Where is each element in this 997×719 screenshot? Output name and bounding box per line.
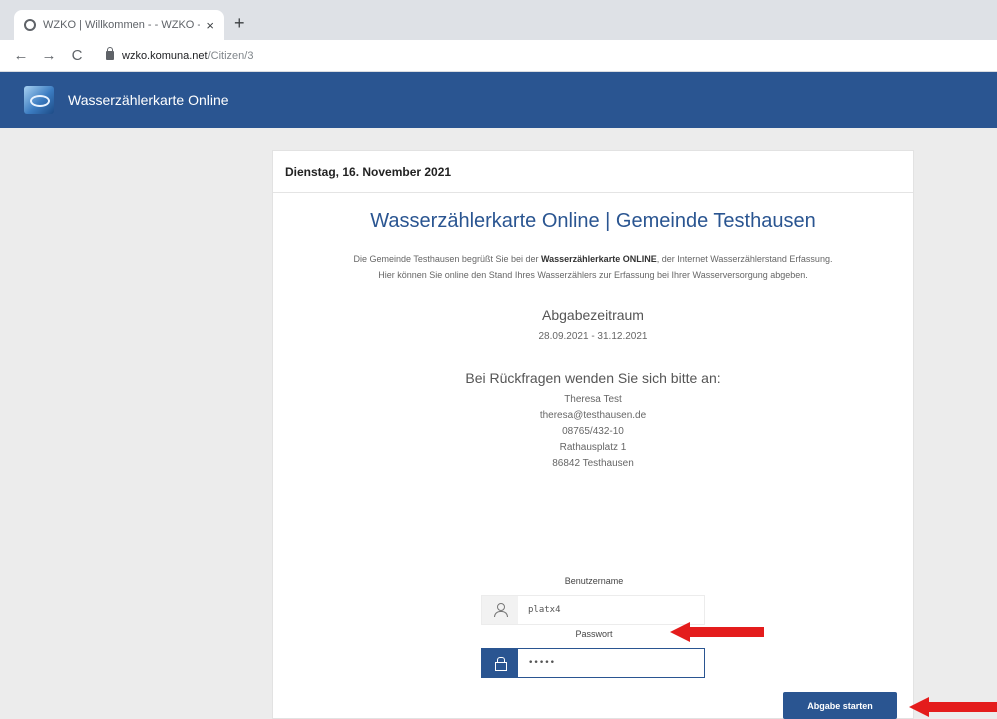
contact-name: Theresa Test	[564, 394, 622, 405]
intro-text-part2: , der Internet Wasserzählerstand Erfassu…	[656, 254, 833, 264]
username-label: Benutzername	[564, 576, 624, 586]
card-date: Dienstag, 16. November 2021	[273, 151, 913, 193]
app-title[interactable]: Wasserzählerkarte Online	[68, 92, 229, 108]
contact-city: 86842 Testhausen	[552, 458, 634, 469]
user-icon	[494, 603, 508, 617]
page-title: Wasserzählerkarte Online | Gemeinde Test…	[370, 210, 816, 232]
contact-street: Rathausplatz 1	[559, 442, 627, 453]
intro-text: Die Gemeinde Testhausen begrüßt Sie bei …	[291, 251, 895, 283]
reload-icon[interactable]: C	[66, 47, 88, 64]
globe-icon	[24, 19, 36, 31]
app-logo-icon[interactable]	[24, 86, 54, 114]
url-host: wzko.komuna.net	[122, 49, 208, 62]
password-field[interactable]: •••••	[481, 648, 705, 678]
new-tab-button[interactable]: +	[234, 13, 245, 33]
intro-text-part1: Die Gemeinde Testhausen begrüßt Sie bei …	[353, 254, 541, 264]
contact-heading: Bei Rückfragen wenden Sie sich bitte an:	[465, 370, 721, 386]
intro-text-line2: Hier können Sie online den Stand Ihres W…	[378, 270, 808, 280]
contact-block: Theresa Test theresa@testhausen.de 08765…	[273, 392, 913, 472]
annotation-arrow-icon	[909, 697, 997, 717]
password-input[interactable]: •••••	[518, 649, 704, 677]
password-label: Passwort	[575, 629, 613, 639]
back-icon[interactable]: ←	[10, 47, 32, 64]
browser-tab[interactable]: WZKO | Willkommen - - WZKO - ×	[14, 10, 224, 40]
submit-button[interactable]: Abgabe starten	[783, 692, 897, 719]
close-icon[interactable]: ×	[206, 18, 214, 33]
forward-icon[interactable]: →	[38, 47, 60, 64]
contact-phone: 08765/432-10	[562, 426, 624, 437]
browser-toolbar: ← → C wzko.komuna.net/Citizen/3	[0, 40, 997, 72]
lock-icon	[495, 657, 507, 671]
period-heading: Abgabezeitraum	[542, 307, 644, 323]
annotation-arrow-icon	[670, 622, 764, 642]
address-bar[interactable]: wzko.komuna.net/Citizen/3	[106, 44, 253, 68]
intro-text-bold: Wasserzählerkarte ONLINE	[540, 254, 657, 264]
browser-tabstrip: WZKO | Willkommen - - WZKO - × +	[0, 0, 997, 40]
username-field[interactable]: platx4	[481, 595, 705, 625]
contact-email: theresa@testhausen.de	[539, 410, 647, 421]
username-input[interactable]: platx4	[518, 596, 704, 624]
url-path: /Citizen/3	[207, 49, 254, 62]
app-header: Wasserzählerkarte Online	[0, 72, 997, 128]
welcome-card: Dienstag, 16. November 2021 Wasserzähler…	[272, 150, 914, 719]
period-range: 28.09.2021 - 31.12.2021	[538, 331, 648, 342]
tab-title: WZKO | Willkommen - - WZKO -	[43, 19, 201, 31]
lock-icon[interactable]	[106, 47, 114, 60]
